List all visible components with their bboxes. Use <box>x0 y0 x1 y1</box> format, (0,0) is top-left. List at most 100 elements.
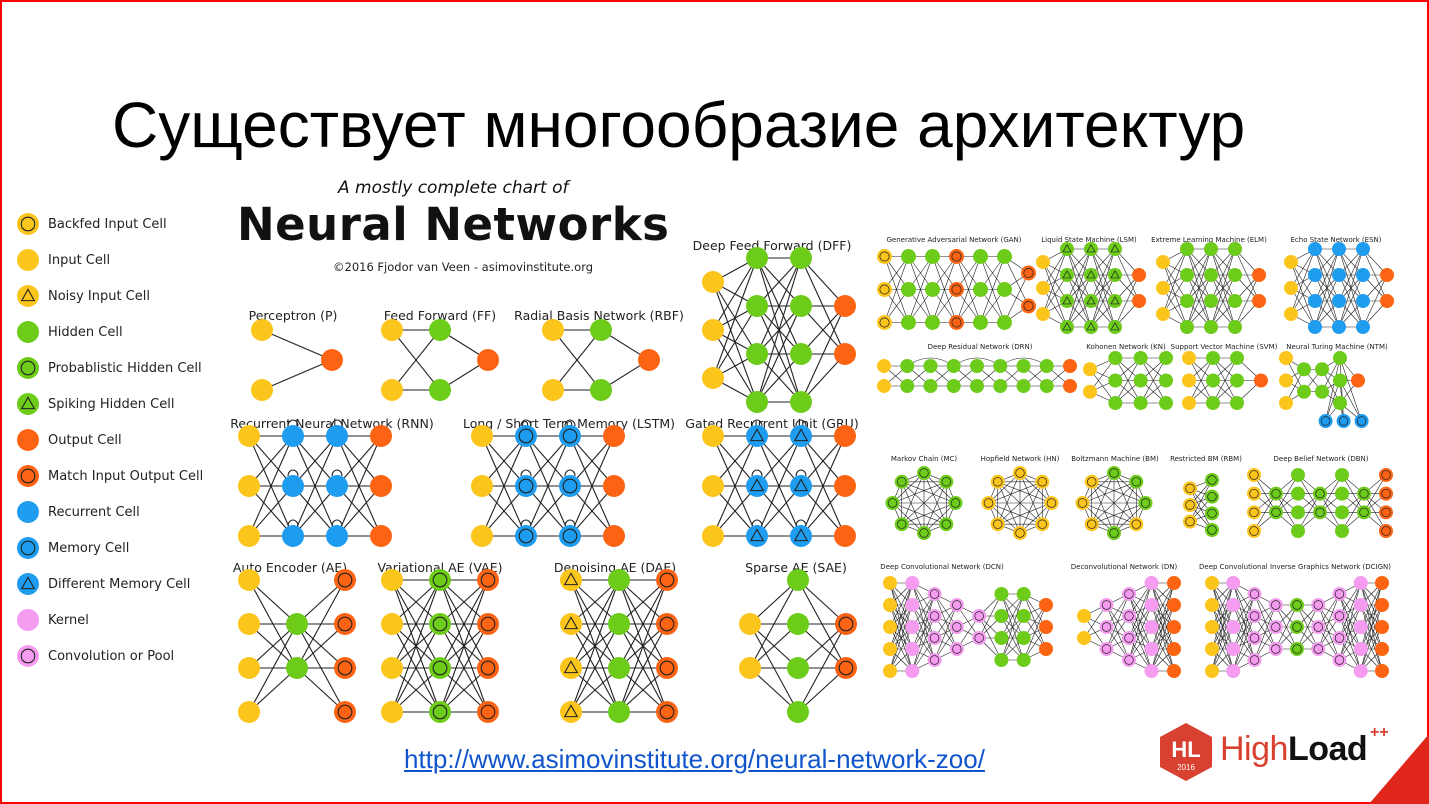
legend-item: Match Input Output Cell <box>16 464 203 488</box>
cell-conv <box>927 587 942 601</box>
cell-output <box>834 343 856 365</box>
legend-match-icon <box>17 465 39 487</box>
cell-input <box>381 613 403 635</box>
network-diagram <box>1075 466 1153 540</box>
cell-input <box>1182 373 1196 388</box>
cell-input <box>702 271 724 293</box>
cell-match <box>656 701 678 723</box>
cell-hidden <box>1204 294 1218 308</box>
cell-diffmem <box>746 525 768 547</box>
network-diagram <box>883 576 1053 678</box>
cell-output <box>477 349 499 371</box>
network-label: Deep Residual Network (DRN) <box>927 343 1033 351</box>
edges <box>248 419 382 537</box>
cell-kernel <box>1353 576 1368 590</box>
cell-hidden <box>924 314 940 330</box>
legend-swatch <box>17 645 39 667</box>
legend-item: Convolution or Pool <box>16 644 174 668</box>
cell-output <box>1063 379 1077 393</box>
cell-spike <box>1108 320 1122 334</box>
cell-backfed <box>1084 474 1099 489</box>
network-diagram <box>1036 242 1146 334</box>
cell-hidden <box>787 569 809 591</box>
cell-output <box>1380 268 1394 282</box>
edges <box>1089 357 1167 404</box>
cell-recurrent <box>1308 268 1322 282</box>
legend-label: Backfed Input Cell <box>48 216 167 232</box>
network-diagram <box>1279 351 1369 428</box>
cell-hidden <box>1291 505 1305 520</box>
cell-prob <box>1290 620 1304 634</box>
cell-hidden <box>1180 320 1194 334</box>
cell-prob <box>429 701 451 723</box>
cell-kernel <box>1226 598 1241 612</box>
cell-hidden <box>746 247 768 269</box>
cell-prob <box>885 496 900 510</box>
cell-match <box>948 314 964 330</box>
cell-kernel <box>1144 598 1159 612</box>
cell-hidden <box>1159 373 1173 388</box>
cell-conv <box>1311 620 1326 634</box>
cell-conv <box>1099 620 1114 634</box>
legend-item: Memory Cell <box>16 536 129 560</box>
legend-label: Kernel <box>48 612 89 628</box>
cell-output <box>1132 268 1146 282</box>
cell-kernel <box>905 576 920 590</box>
cell-match <box>334 569 356 591</box>
edges <box>570 579 668 713</box>
cell-input <box>1205 642 1219 656</box>
cell-backfed <box>1084 517 1099 532</box>
cell-kernel <box>1226 664 1241 678</box>
cell-output <box>1167 598 1181 612</box>
source-link[interactable]: http://www.asimovinstitute.org/neural-ne… <box>404 744 985 775</box>
cell-spike <box>1084 242 1098 256</box>
cell-recurrent <box>1356 294 1370 308</box>
cell-match <box>656 657 678 679</box>
cell-output <box>1252 268 1266 282</box>
logo-wordmark: HighLoad <box>1220 730 1368 769</box>
cell-output <box>1375 664 1389 678</box>
cell-hidden <box>1016 587 1031 601</box>
cell-output <box>1063 359 1077 373</box>
cell-backfed <box>1035 474 1050 489</box>
cell-hidden <box>924 248 940 264</box>
cell-input <box>883 598 897 612</box>
cell-backfed <box>1129 517 1144 532</box>
cell-hidden <box>1206 351 1220 365</box>
legend-item: Hidden Cell <box>16 320 123 344</box>
cell-conv <box>1247 653 1262 667</box>
cell-input <box>739 613 761 635</box>
cell-prob <box>939 474 954 489</box>
cell-hidden <box>1133 373 1148 388</box>
cell-conv <box>1332 609 1347 623</box>
cell-recurrent <box>1332 294 1346 308</box>
network-diagram <box>381 319 499 401</box>
cell-prob <box>1138 496 1153 510</box>
cell-output <box>1132 294 1146 308</box>
cell-input <box>471 525 493 547</box>
cell-input <box>381 657 403 679</box>
cell-input <box>1156 255 1170 269</box>
cell-output <box>834 295 856 317</box>
cell-hidden <box>1180 294 1194 308</box>
cell-input <box>238 613 260 635</box>
cell-conv <box>1332 653 1347 667</box>
cell-hidden <box>790 295 812 317</box>
cell-hidden <box>970 379 984 393</box>
edges <box>1253 474 1387 532</box>
cell-input <box>251 379 273 401</box>
cell-spike <box>1060 294 1074 308</box>
cell-recurrent <box>1356 268 1370 282</box>
cell-input <box>381 569 403 591</box>
cell-conv <box>1332 631 1347 645</box>
cell-output <box>1375 642 1389 656</box>
cell-prob <box>1107 466 1121 480</box>
legend-swatch <box>17 357 39 379</box>
cell-recurrent <box>282 475 304 497</box>
cell-conv <box>927 631 942 645</box>
cell-hidden <box>1159 351 1173 365</box>
cell-hidden <box>900 314 916 330</box>
legend-label: Noisy Input Cell <box>48 288 150 304</box>
cell-prob <box>1290 642 1304 656</box>
network-diagram <box>1083 351 1173 410</box>
